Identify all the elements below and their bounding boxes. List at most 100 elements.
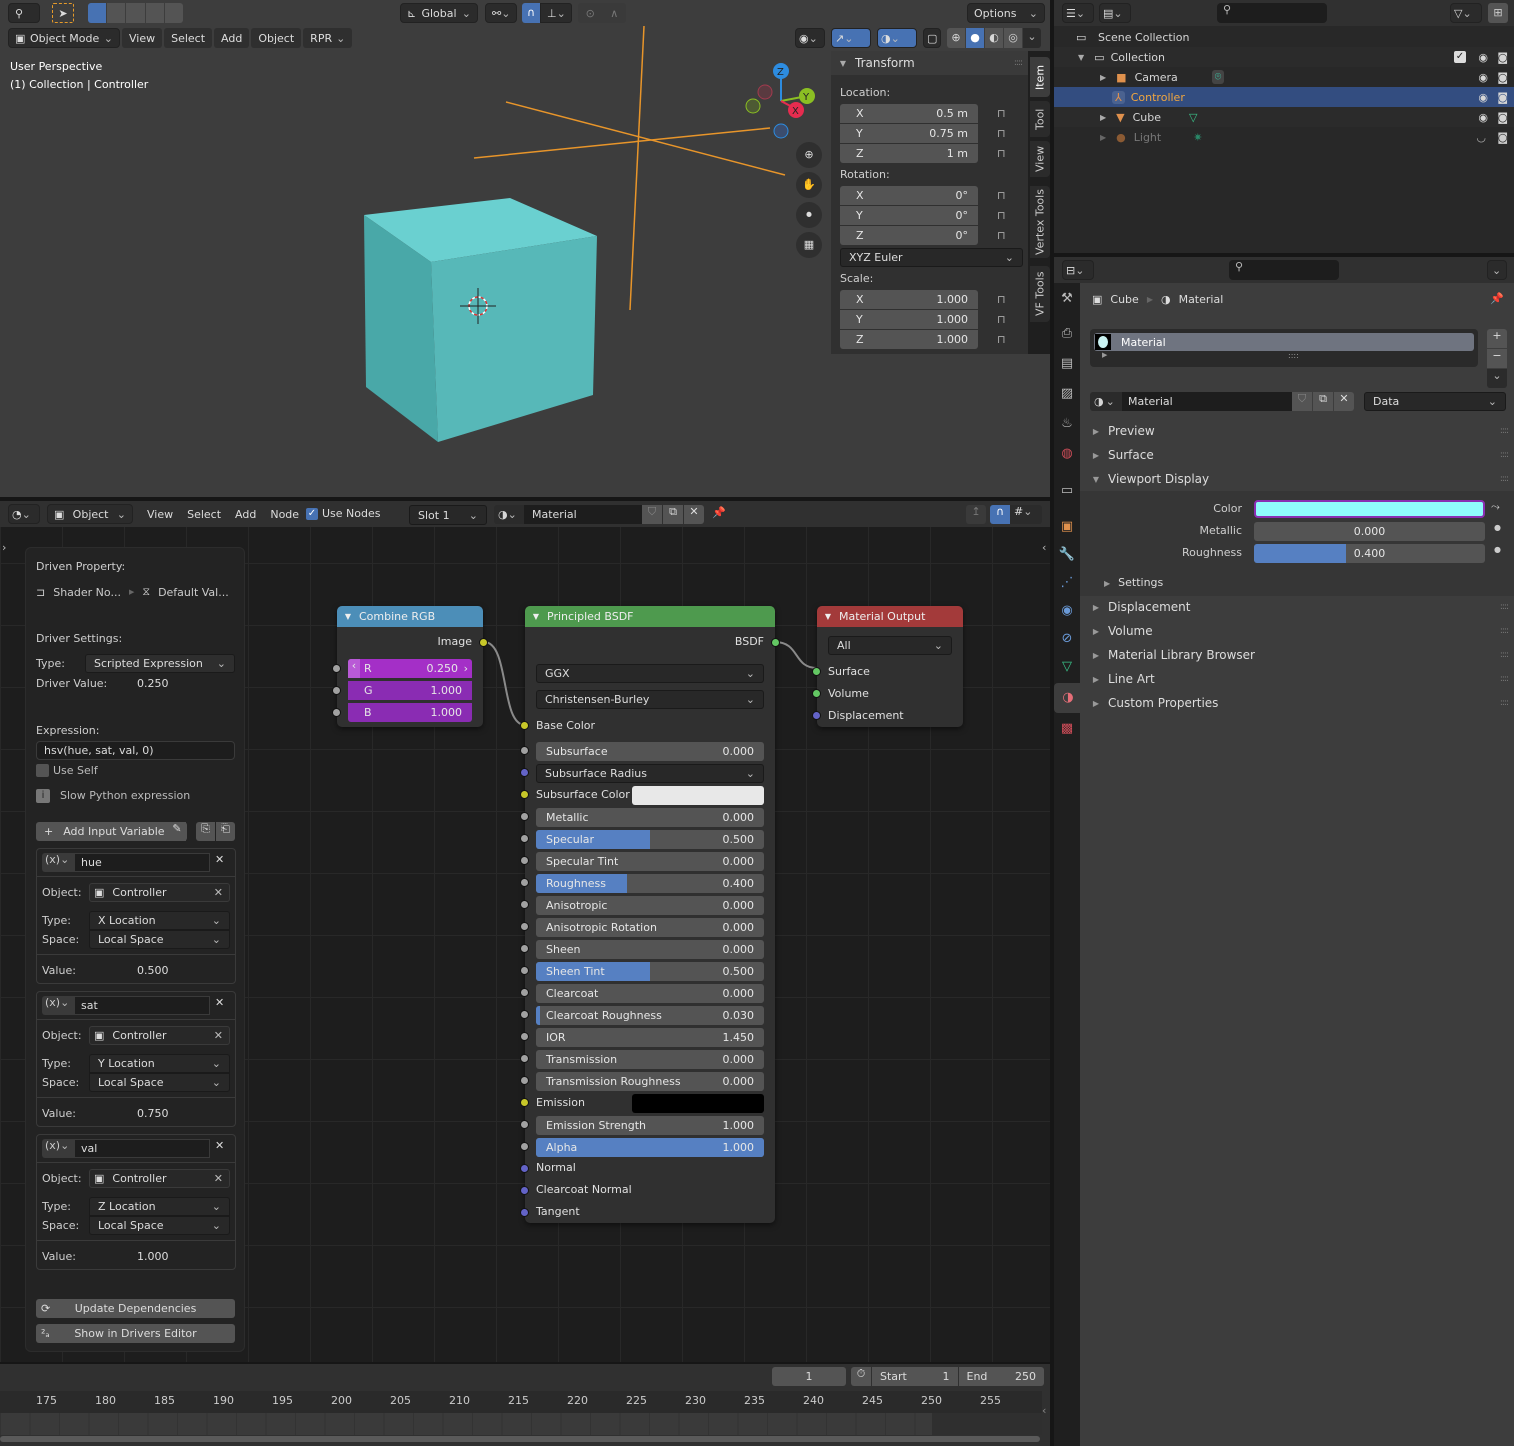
- wireframe-shading-icon[interactable]: ⊕: [947, 28, 965, 48]
- input-socket[interactable]: [520, 856, 529, 865]
- material-name-field[interactable]: Material: [1122, 392, 1292, 411]
- expand-icon[interactable]: ▶: [1100, 133, 1106, 142]
- display-mode-dropdown[interactable]: ▤: [1099, 3, 1131, 23]
- panel-displacement[interactable]: ▶ Displacement::::: [1084, 595, 1514, 619]
- location-x-field[interactable]: X 0.5 m: [840, 104, 978, 123]
- tab-constraints-icon[interactable]: ⊘: [1054, 631, 1080, 646]
- xray-toggle[interactable]: ▢: [923, 28, 941, 48]
- drag-handle-icon[interactable]: ::::: [1500, 674, 1509, 684]
- outliner-row-cube[interactable]: ▶ ▼ Cube ▽ ◉ ◙: [1054, 107, 1514, 127]
- pin-button[interactable]: 📌: [1490, 292, 1504, 305]
- input-field[interactable]: Specular 0.500: [536, 830, 764, 849]
- expand-icon[interactable]: ▶: [1100, 73, 1106, 82]
- pan-view-button[interactable]: ✋: [796, 172, 822, 198]
- input-socket[interactable]: [520, 878, 529, 887]
- render-icon[interactable]: ◙: [1497, 71, 1508, 84]
- input-socket[interactable]: [520, 944, 529, 953]
- tab-modifier-icon[interactable]: 🔧: [1054, 547, 1080, 562]
- viewport-color-field[interactable]: [1254, 500, 1485, 518]
- input-socket[interactable]: [520, 1054, 529, 1063]
- node-header[interactable]: ▼ Principled BSDF: [525, 606, 775, 627]
- drag-handle-icon[interactable]: ::::: [1014, 58, 1023, 68]
- ortho-toggle-button[interactable]: ▦: [796, 232, 822, 258]
- surface-input-socket[interactable]: [812, 667, 821, 676]
- expand-icon[interactable]: ▼: [1078, 53, 1084, 62]
- roughness-field[interactable]: 0.400: [1254, 544, 1485, 563]
- tab-particles-icon[interactable]: ⋰: [1054, 575, 1080, 590]
- base-color-socket[interactable]: [520, 721, 529, 730]
- gizmo-toggle[interactable]: ↗: [831, 28, 871, 48]
- tab-texture-icon[interactable]: ▩: [1054, 721, 1080, 736]
- input-field[interactable]: Sheen Tint 0.500: [536, 962, 764, 981]
- tab-tool[interactable]: Tool: [1030, 101, 1050, 137]
- input-socket[interactable]: [520, 768, 529, 777]
- node-header[interactable]: ▼ Combine RGB: [337, 606, 483, 627]
- lock-icon[interactable]: ⊓: [997, 124, 1006, 144]
- input-socket[interactable]: [520, 1010, 529, 1019]
- eye-icon[interactable]: ◉: [1478, 71, 1488, 84]
- end-frame-field[interactable]: End 250: [958, 1367, 1044, 1386]
- properties-search-input[interactable]: ⚲: [1229, 260, 1339, 280]
- eye-icon[interactable]: ◉: [1478, 51, 1488, 64]
- lock-icon[interactable]: ⊓: [997, 290, 1006, 310]
- camera-view-button[interactable]: ⏺: [796, 202, 822, 228]
- drag-handle-icon[interactable]: ::::: [1500, 698, 1509, 708]
- collapse-icon[interactable]: ▼: [817, 612, 839, 621]
- input-socket[interactable]: [520, 1032, 529, 1041]
- input-field[interactable]: Clearcoat Roughness 0.030: [536, 1006, 764, 1025]
- scale-y-field[interactable]: Y 1.000: [840, 310, 978, 329]
- lock-icon[interactable]: ⊓: [997, 186, 1006, 206]
- input-socket[interactable]: [520, 1098, 529, 1107]
- eye-hidden-icon[interactable]: ◡: [1476, 131, 1486, 144]
- tab-data-icon[interactable]: ▽: [1054, 659, 1080, 674]
- input-socket[interactable]: [520, 900, 529, 909]
- vector-input-socket[interactable]: [520, 1186, 529, 1195]
- input-socket[interactable]: [520, 812, 529, 821]
- input-socket[interactable]: [520, 834, 529, 843]
- location-z-field[interactable]: Z1 m: [840, 144, 978, 163]
- location-y-field[interactable]: Y 0.75 m: [840, 124, 978, 143]
- vector-input-socket[interactable]: [520, 1208, 529, 1217]
- tab-scene-icon[interactable]: ♨: [1054, 416, 1080, 431]
- bsdf-output-socket[interactable]: [771, 638, 780, 647]
- input-field[interactable]: Alpha 1.000: [536, 1138, 764, 1157]
- drag-handle-icon[interactable]: ::::: [1500, 602, 1509, 612]
- rotation-mode-dropdown[interactable]: XYZ Euler: [840, 248, 1023, 267]
- shading-modes[interactable]: ⊕ ● ◐ ◎: [947, 28, 1041, 48]
- timeline-ruler[interactable]: 175 180 185 190 195 200 205 210 215 220 225 230 235 2…: [0, 1391, 1042, 1413]
- cube-mesh[interactable]: [364, 198, 597, 442]
- node-combine-rgb[interactable]: ▼ Combine RGB Image ‹ R 0.250 › G 1.000 B 1.00…: [332, 606, 488, 727]
- outliner-row-camera[interactable]: ▶ ■ Camera ⌾ ◉ ◙: [1054, 67, 1514, 87]
- input-field[interactable]: Transmission 0.000: [536, 1050, 764, 1069]
- panel-viewport-display[interactable]: ▼ Viewport Display::::: [1084, 467, 1514, 491]
- properties-editor-type[interactable]: ⊟: [1062, 260, 1094, 280]
- tab-world-icon[interactable]: ◍: [1054, 446, 1080, 461]
- exclude-checkbox[interactable]: ✓: [1454, 51, 1466, 63]
- outliner-row-controller[interactable]: ⅄ Controller ◉ ◙: [1054, 87, 1514, 107]
- material-slot-item[interactable]: Material: [1094, 333, 1474, 351]
- keyframe-dot-icon[interactable]: ●: [1494, 523, 1501, 532]
- unlink-material-button[interactable]: ✕: [1334, 392, 1354, 411]
- input-socket[interactable]: [520, 746, 529, 755]
- tab-output-icon[interactable]: ▤: [1054, 356, 1080, 371]
- filter-dropdown[interactable]: ▽: [1450, 3, 1482, 23]
- start-frame-field[interactable]: Start 1: [872, 1367, 958, 1386]
- input-socket[interactable]: [520, 1142, 529, 1151]
- input-socket[interactable]: [520, 1120, 529, 1129]
- settings-subpanel[interactable]: ▶ Settings: [1104, 576, 1163, 589]
- scale-x-field[interactable]: X 1.000: [840, 290, 978, 309]
- collapse-icon[interactable]: ▼: [337, 612, 359, 621]
- input-field[interactable]: IOR 1.450: [536, 1028, 764, 1047]
- zoom-view-button[interactable]: ⊕: [796, 142, 822, 168]
- volume-input-socket[interactable]: [812, 689, 821, 698]
- slot-specials-dropdown[interactable]: [1487, 369, 1507, 388]
- tab-view-layer-icon[interactable]: ▨: [1054, 386, 1080, 401]
- tab-collection-icon[interactable]: ▭: [1054, 483, 1080, 498]
- lock-icon[interactable]: ⊓: [997, 310, 1006, 330]
- remove-slot-button[interactable]: −: [1487, 349, 1507, 368]
- properties-options[interactable]: [1487, 260, 1507, 280]
- node-editor[interactable]: ◔ ▣Object View Select Add Node ✓Use Node…: [0, 501, 1050, 1362]
- render-icon[interactable]: ◙: [1497, 111, 1508, 124]
- rotation-y-field[interactable]: Y 0°: [840, 206, 978, 225]
- material-browse-button[interactable]: ◑: [1090, 392, 1122, 411]
